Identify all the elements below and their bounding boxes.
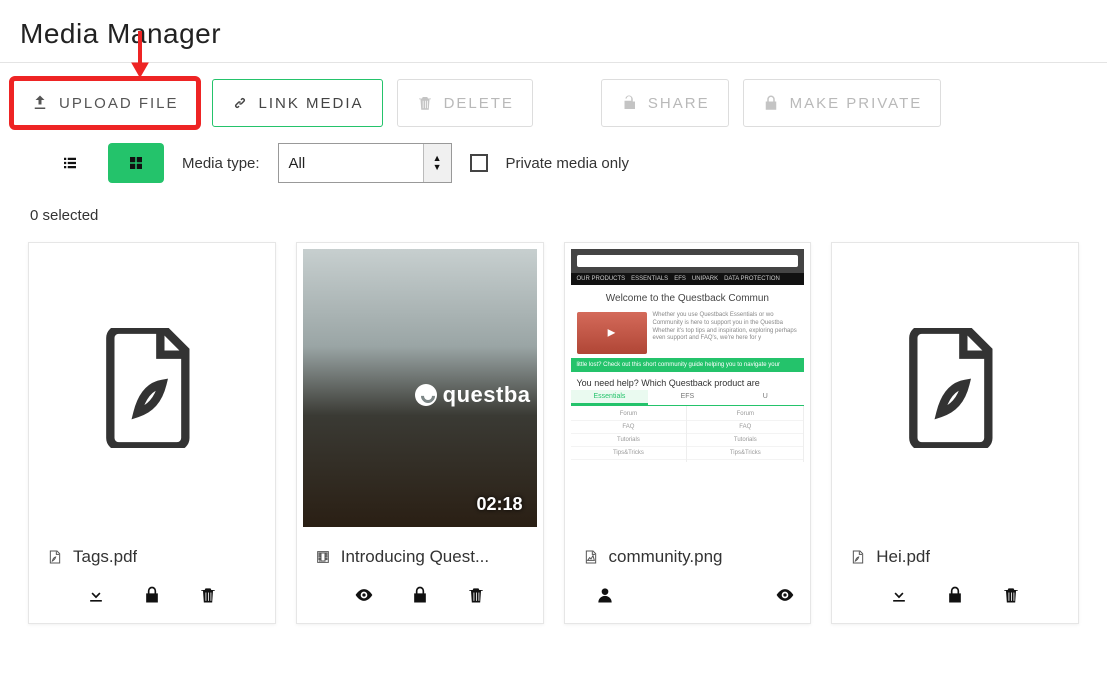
preview-banner: little lost? Check out this short commun…: [571, 358, 805, 372]
filename: Introducing Quest...: [341, 547, 489, 567]
preview-columns: Forum FAQ Tutorials Tips&Tricks Forum FA…: [571, 406, 805, 462]
trash-icon: [416, 94, 434, 112]
trash-icon[interactable]: [466, 585, 486, 605]
grid-view-icon: [127, 154, 145, 172]
filename: Tags.pdf: [73, 547, 137, 567]
page-title: Media Manager: [0, 0, 1107, 62]
upload-label: Upload File: [59, 95, 179, 112]
upload-file-button[interactable]: Upload File: [12, 79, 198, 127]
thumbnail-video: questba 02:18: [297, 243, 543, 533]
download-icon[interactable]: [86, 585, 106, 605]
share-label: Share: [648, 95, 710, 112]
film-icon: [315, 548, 331, 566]
list-view-icon: [61, 154, 79, 172]
card-actions: [832, 575, 1078, 623]
video-duration: 02:18: [476, 494, 522, 515]
person-icon[interactable]: [595, 585, 615, 605]
share-button[interactable]: Share: [601, 79, 729, 127]
media-type-label: Media type:: [182, 155, 260, 172]
grid-view-button[interactable]: [108, 143, 164, 183]
media-card[interactable]: Tags.pdf: [28, 242, 276, 624]
download-icon[interactable]: [889, 585, 909, 605]
selection-count: 0 selected: [0, 191, 1107, 234]
make-private-button[interactable]: Make Private: [743, 79, 942, 127]
preview-tabs: Essentials EFS U: [571, 390, 805, 406]
thumbnail-pdf: [832, 243, 1078, 533]
media-card[interactable]: questba 02:18 Introducing Quest...: [296, 242, 544, 624]
thumbnail-pdf: [29, 243, 275, 533]
link-label: Link Media: [259, 95, 364, 112]
delete-label: Delete: [444, 95, 514, 112]
filename: Hei.pdf: [876, 547, 930, 567]
media-type-value: All: [279, 144, 423, 182]
filename: community.png: [609, 547, 723, 567]
lock-icon[interactable]: [410, 585, 430, 605]
card-actions: [29, 575, 275, 623]
preview-blurb: Whether you use Questback Essentials or …: [653, 312, 799, 354]
lock-icon: [762, 94, 780, 112]
media-type-select[interactable]: All ▲▼: [278, 143, 452, 183]
link-media-button[interactable]: Link Media: [212, 79, 383, 127]
eye-icon[interactable]: [775, 585, 795, 605]
preview-welcome: Welcome to the Questback Commun: [571, 285, 805, 308]
private-only-label: Private media only: [506, 155, 629, 172]
link-icon: [231, 94, 249, 112]
trash-icon[interactable]: [198, 585, 218, 605]
unlock-icon: [620, 94, 638, 112]
card-title: Hei.pdf: [832, 533, 1078, 575]
media-card[interactable]: Hei.pdf: [831, 242, 1079, 624]
pdf-file-icon: [905, 328, 1005, 448]
card-actions: [565, 575, 811, 623]
private-only-checkbox[interactable]: [470, 154, 488, 172]
media-card[interactable]: OUR PRODUCTS ESSENTIALS EFS UNIPARK DATA…: [564, 242, 812, 624]
lock-icon[interactable]: [945, 585, 965, 605]
card-title: Introducing Quest...: [297, 533, 543, 575]
image-file-icon: [583, 548, 599, 566]
preview-nav: OUR PRODUCTS ESSENTIALS EFS UNIPARK DATA…: [571, 273, 805, 285]
eye-icon[interactable]: [354, 585, 374, 605]
thumbnail-image: OUR PRODUCTS ESSENTIALS EFS UNIPARK DATA…: [565, 243, 811, 533]
card-title: Tags.pdf: [29, 533, 275, 575]
video-brand: questba: [415, 382, 531, 408]
upload-icon: [31, 94, 49, 112]
preview-question: You need help? Which Questback product a…: [571, 372, 805, 390]
list-view-button[interactable]: [50, 143, 90, 183]
pdf-file-icon: [102, 328, 202, 448]
delete-button[interactable]: Delete: [397, 79, 533, 127]
media-grid: Tags.pdf questba 02:18 Introducing Quest…: [0, 234, 1107, 644]
filter-row: Media type: All ▲▼ Private media only: [0, 137, 1107, 191]
preview-search: [577, 255, 799, 267]
trash-icon[interactable]: [1001, 585, 1021, 605]
pdf-icon: [850, 548, 866, 566]
private-label: Make Private: [790, 95, 923, 112]
card-title: community.png: [565, 533, 811, 575]
pdf-icon: [47, 548, 63, 566]
preview-video-thumb: [577, 312, 647, 354]
lock-icon[interactable]: [142, 585, 162, 605]
card-actions: [297, 575, 543, 623]
select-arrows-icon: ▲▼: [423, 144, 451, 182]
toolbar: Upload File Link Media Delete Share Make…: [0, 63, 1107, 137]
